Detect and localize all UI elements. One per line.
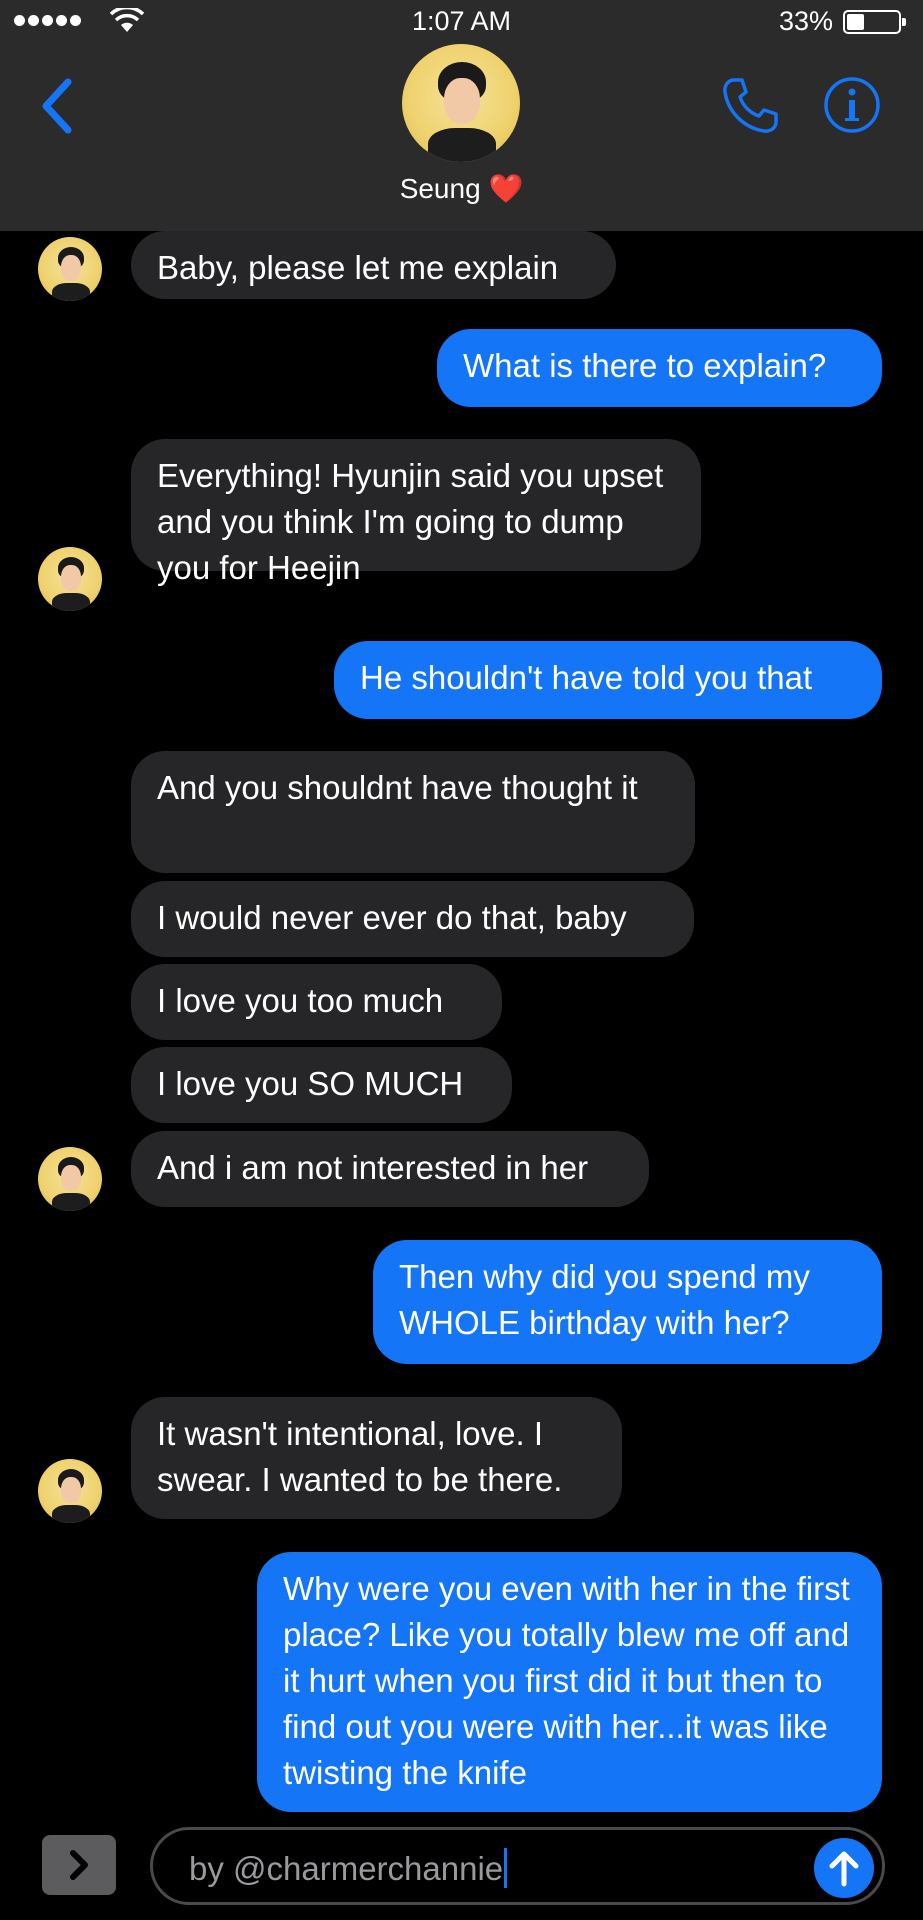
outgoing-message[interactable]: Then why did you spend my WHOLE birthday…	[373, 1240, 882, 1364]
phone-icon[interactable]	[718, 74, 782, 138]
battery-percentage: 33%	[778, 6, 833, 36]
incoming-message[interactable]: Baby, please let me explain	[131, 231, 616, 299]
conversation-header: Seung ❤️	[0, 44, 923, 231]
contact-avatar-small	[38, 1459, 102, 1523]
battery-icon	[843, 10, 906, 34]
incoming-message[interactable]: I love you SO MUCH	[131, 1047, 512, 1123]
contact-avatar-small	[38, 547, 102, 611]
app-drawer-button[interactable]	[42, 1835, 116, 1895]
incoming-message[interactable]: And i am not interested in her	[131, 1131, 649, 1207]
incoming-message[interactable]: I would never ever do that, baby	[131, 881, 694, 957]
outgoing-message[interactable]: Why were you even with her in the first …	[257, 1552, 882, 1812]
contact-avatar[interactable]	[402, 44, 520, 162]
incoming-message[interactable]: Everything! Hyunjin said you upset and y…	[131, 439, 701, 586]
chevron-right-icon	[70, 1850, 88, 1880]
message-input-text: by @charmerchannie	[189, 1850, 504, 1887]
incoming-message[interactable]: And you shouldnt have thought it	[131, 751, 695, 873]
contact-avatar-small	[38, 237, 102, 301]
info-icon[interactable]	[823, 76, 881, 134]
contact-avatar-small	[38, 1147, 102, 1211]
message-input[interactable]: by @charmerchannie	[150, 1827, 885, 1905]
send-button[interactable]	[814, 1838, 874, 1898]
outgoing-message[interactable]: What is there to explain?	[437, 329, 882, 407]
status-bar: 1:07 AM 33%	[0, 0, 923, 44]
message-thread[interactable]: Baby, please let me explain What is ther…	[0, 231, 923, 1821]
contact-name[interactable]: Seung ❤️	[0, 172, 923, 205]
back-chevron-icon[interactable]	[34, 76, 84, 136]
heart-emoji: ❤️	[488, 173, 524, 204]
text-cursor	[504, 1848, 508, 1888]
contact-name-text: Seung	[399, 173, 481, 204]
composer-bar: by @charmerchannie	[0, 1821, 923, 1920]
incoming-message[interactable]: I love you too much	[131, 964, 502, 1040]
incoming-message[interactable]: It wasn't intentional, love. I swear. I …	[131, 1397, 622, 1519]
arrow-up-icon	[829, 1851, 859, 1887]
outgoing-message[interactable]: He shouldn't have told you that	[334, 641, 882, 719]
